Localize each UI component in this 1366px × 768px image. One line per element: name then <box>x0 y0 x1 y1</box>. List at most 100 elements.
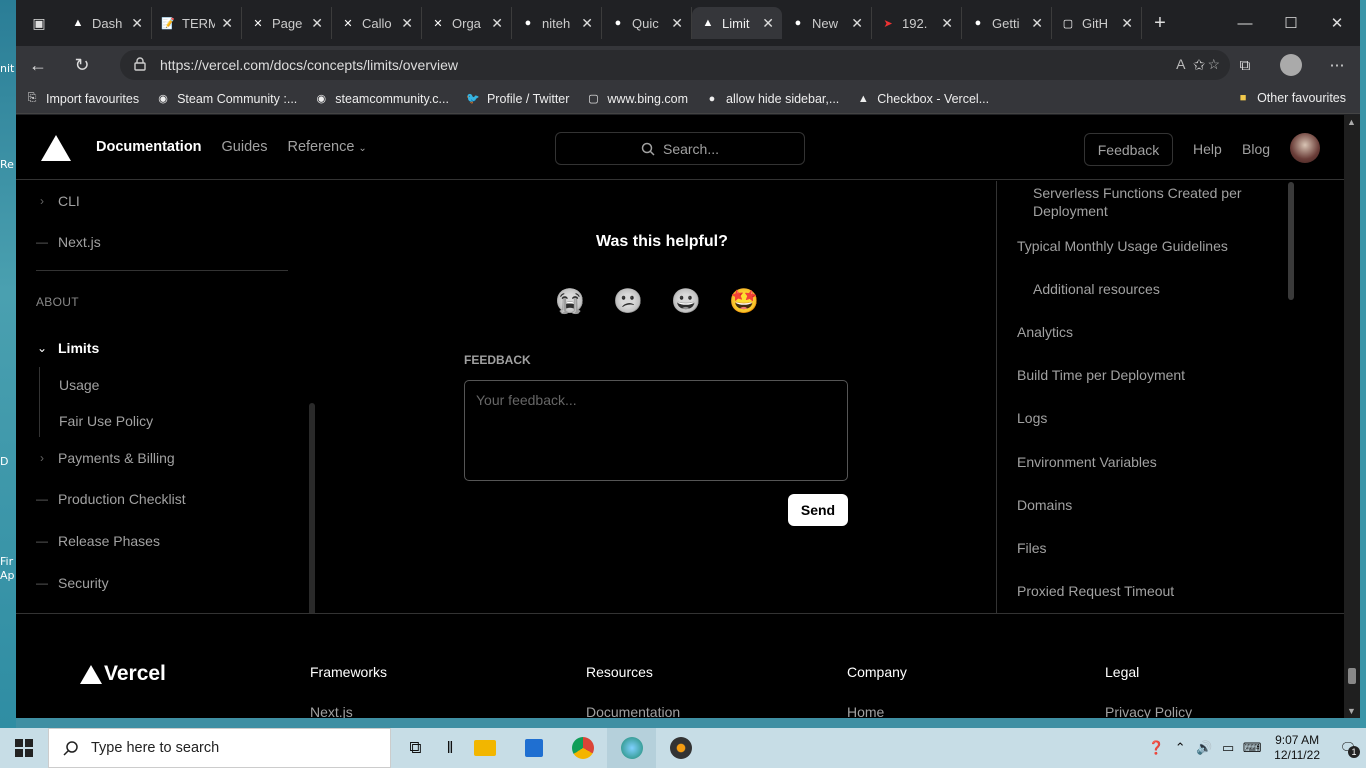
bookmark-item[interactable]: ▲ Checkbox - Vercel... <box>847 91 997 107</box>
footer-link[interactable]: Next.js <box>310 704 387 718</box>
scrollbar-thumb[interactable] <box>1348 668 1356 684</box>
browser-tab[interactable]: ✕ Orga ✕ <box>422 7 512 39</box>
footer-logo[interactable]: Vercel <box>80 662 166 686</box>
sidebar-item-nextjs[interactable]: — Next.js <box>36 234 101 250</box>
browser-tab[interactable]: ✕ Callo ✕ <box>332 7 422 39</box>
browser-tab[interactable]: ● Getti ✕ <box>962 7 1052 39</box>
close-tab-icon[interactable]: ✕ <box>762 15 774 32</box>
search-input[interactable]: Search... <box>555 132 805 165</box>
store-icon[interactable] <box>509 728 558 768</box>
chrome-icon[interactable] <box>558 728 607 768</box>
back-icon[interactable]: ← <box>16 46 60 84</box>
close-tab-icon[interactable]: ✕ <box>1121 15 1133 32</box>
refresh-icon[interactable]: ↻ <box>60 46 104 84</box>
toc-item[interactable]: Typical Monthly Usage Guidelines <box>1017 238 1228 254</box>
windows-start-icon[interactable] <box>0 728 48 768</box>
toc-item[interactable]: Proxied Request Timeout <box>1017 583 1174 599</box>
taskbar-search[interactable]: Type here to search <box>48 728 391 768</box>
browser-tab[interactable]: ✕ Page ✕ <box>242 7 332 39</box>
toc-item[interactable]: Deployment <box>1033 203 1108 219</box>
close-tab-icon[interactable]: ✕ <box>311 15 323 32</box>
close-tab-icon[interactable]: ✕ <box>1031 15 1043 32</box>
feedback-button[interactable]: Feedback <box>1084 133 1173 166</box>
toc-item[interactable]: Build Time per Deployment <box>1017 367 1185 383</box>
minimize-icon[interactable]: — <box>1222 0 1268 46</box>
battery-icon[interactable]: ▭ <box>1216 740 1240 756</box>
bookmark-item[interactable]: ◉ steamcommunity.c... <box>305 91 457 107</box>
page-scrollbar[interactable]: ▲ ▼ <box>1344 115 1360 718</box>
bookmark-item[interactable]: ◉ Steam Community :... <box>147 91 305 107</box>
star-struck-emoji-icon[interactable]: 🤩 <box>728 285 760 317</box>
nav-reference[interactable]: Reference ⌄ <box>287 139 366 155</box>
toc-scrollbar[interactable] <box>1288 182 1294 300</box>
scroll-up-icon[interactable]: ▲ <box>1347 117 1356 127</box>
nav-documentation[interactable]: Documentation <box>96 139 202 155</box>
toc-item[interactable]: Domains <box>1017 497 1072 513</box>
toc-item[interactable]: Analytics <box>1017 324 1073 340</box>
sidebar-item-fair-use[interactable]: Fair Use Policy <box>59 413 153 429</box>
favourites-icon[interactable]: ✩ <box>1176 46 1222 84</box>
network-icon[interactable]: ⌨ <box>1240 740 1264 756</box>
footer-link[interactable]: Documentation <box>586 704 680 718</box>
avatar[interactable] <box>1290 133 1320 163</box>
browser-tab[interactable]: ● Quic ✕ <box>602 7 692 39</box>
browser-tab[interactable]: ▲ Dash ✕ <box>62 7 152 39</box>
browser-tab[interactable]: ▢ GitH ✕ <box>1052 7 1142 39</box>
send-button[interactable]: Send <box>788 494 848 526</box>
volume-icon[interactable]: 🔊 <box>1192 740 1216 756</box>
clock[interactable]: 9:07 AM 12/11/22 <box>1264 733 1330 763</box>
vercel-logo-icon[interactable] <box>41 135 71 161</box>
sidebar-item-usage[interactable]: Usage <box>59 377 99 393</box>
toc-item[interactable]: Serverless Functions Created per <box>1033 185 1242 201</box>
edge-icon[interactable] <box>607 728 656 768</box>
close-window-icon[interactable]: ✕ <box>1314 0 1360 46</box>
other-favourites[interactable]: ■ Other favourites <box>1227 90 1354 106</box>
toc-item[interactable]: Additional resources <box>1033 281 1160 297</box>
chevron-up-icon[interactable]: ⌃ <box>1168 740 1192 756</box>
close-tab-icon[interactable]: ✕ <box>581 15 593 32</box>
sidebar-item-release[interactable]: — Release Phases <box>36 533 160 549</box>
browser-tab[interactable]: ● New ✕ <box>782 7 872 39</box>
bookmark-item[interactable]: ▢ www.bing.com <box>577 91 696 107</box>
toc-item[interactable]: Logs <box>1017 410 1047 426</box>
footer-link[interactable]: Privacy Policy <box>1105 704 1192 718</box>
maximize-icon[interactable]: ☐ <box>1268 0 1314 46</box>
feedback-textarea[interactable]: Your feedback... <box>464 380 848 481</box>
crying-emoji-icon[interactable]: 😭 <box>554 285 586 317</box>
sidebar-item-security[interactable]: — Security <box>36 575 109 591</box>
close-tab-icon[interactable]: ✕ <box>401 15 413 32</box>
bookmark-item[interactable]: 🐦 Profile / Twitter <box>457 91 577 107</box>
footer-link[interactable]: Home <box>847 704 907 718</box>
notifications-icon[interactable]: 🗨 1 <box>1330 740 1366 758</box>
bookmark-item[interactable]: ⎘ Import favourites <box>16 91 147 107</box>
browser-tab[interactable]: ➤ 192. ✕ <box>872 7 962 39</box>
close-tab-icon[interactable]: ✕ <box>221 15 233 32</box>
confused-emoji-icon[interactable]: 😕 <box>612 285 644 317</box>
toc-item[interactable]: Environment Variables <box>1017 454 1157 470</box>
help-link[interactable]: Help <box>1193 141 1222 157</box>
widgets-icon[interactable]: ‖ <box>440 728 460 768</box>
address-bar[interactable]: https://vercel.com/docs/concepts/limits/… <box>120 50 1230 80</box>
tab-actions-icon[interactable]: ▣ <box>16 0 62 46</box>
close-tab-icon[interactable]: ✕ <box>491 15 503 32</box>
smile-emoji-icon[interactable]: 😀 <box>670 285 702 317</box>
close-tab-icon[interactable]: ✕ <box>131 15 143 32</box>
browser-tab-active[interactable]: ▲ Limit ✕ <box>692 7 782 39</box>
browser-tab[interactable]: ● niteh ✕ <box>512 7 602 39</box>
file-explorer-icon[interactable] <box>460 728 509 768</box>
sidebar-item-payments[interactable]: › Payments & Billing <box>36 450 175 466</box>
sidebar-item-cli[interactable]: › CLI <box>36 193 80 209</box>
scroll-down-icon[interactable]: ▼ <box>1347 706 1356 716</box>
sidebar-item-production[interactable]: — Production Checklist <box>36 491 186 507</box>
nav-guides[interactable]: Guides <box>222 139 268 155</box>
bookmark-item[interactable]: ● allow hide sidebar,... <box>696 91 847 107</box>
blog-link[interactable]: Blog <box>1242 141 1270 157</box>
close-tab-icon[interactable]: ✕ <box>941 15 953 32</box>
collections-icon[interactable]: ⧉ <box>1222 46 1268 84</box>
close-tab-icon[interactable]: ✕ <box>671 15 683 32</box>
profile-icon[interactable] <box>1268 46 1314 84</box>
help-icon[interactable]: ❓ <box>1144 740 1168 756</box>
more-menu-icon[interactable]: ⋯ <box>1314 46 1360 84</box>
new-tab-icon[interactable]: + <box>1142 12 1178 35</box>
toc-item[interactable]: Files <box>1017 540 1047 556</box>
